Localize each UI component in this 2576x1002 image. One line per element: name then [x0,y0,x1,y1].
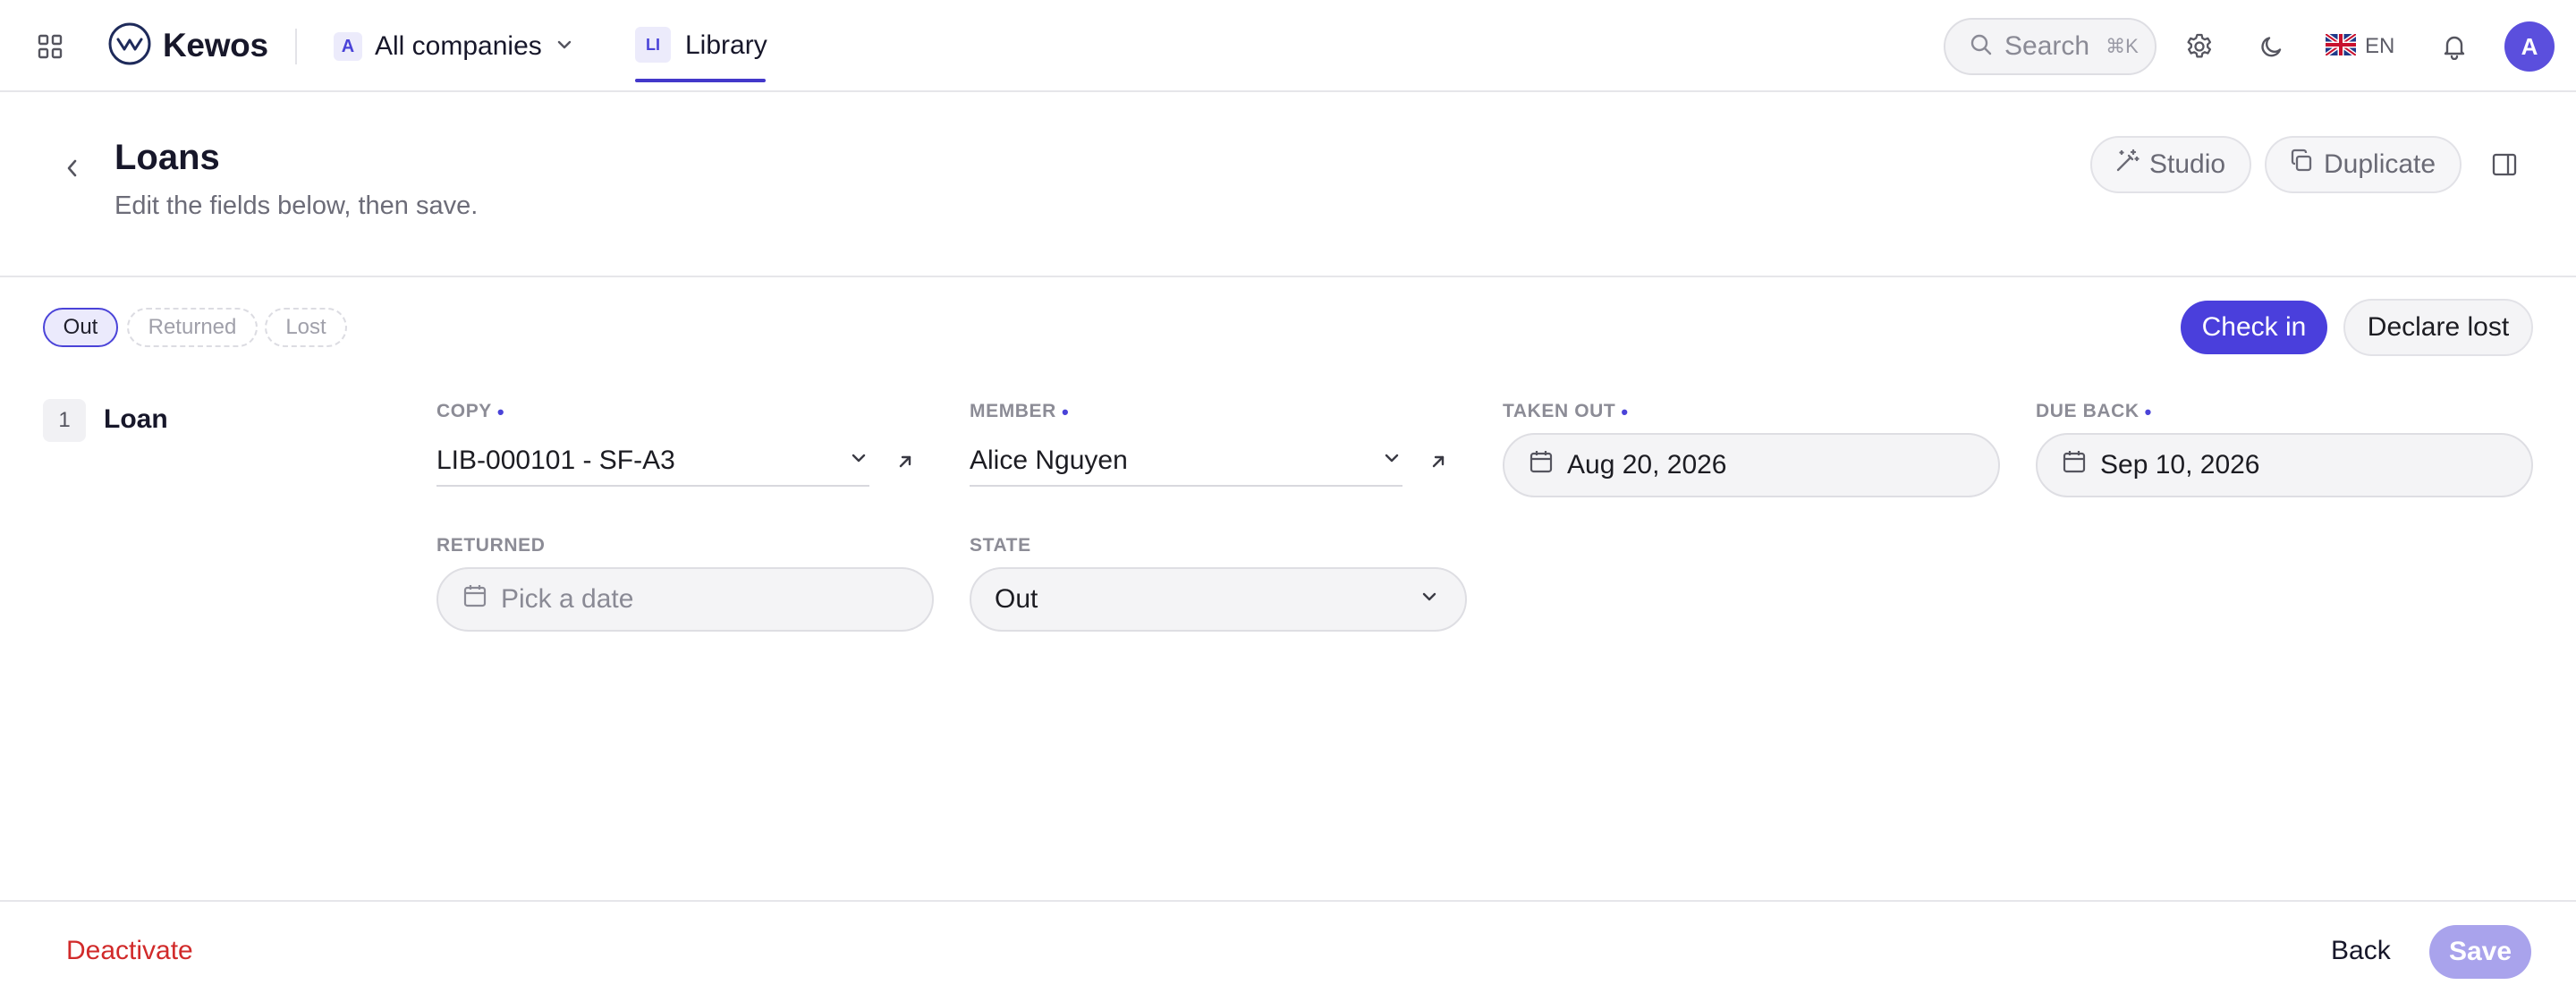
open-link-arrow-icon[interactable] [1420,444,1456,480]
status-out[interactable]: Out [43,308,118,347]
search-placeholder: Search [2004,31,2090,61]
taken-out-label-row: Taken out • [1503,401,1629,424]
tab-library-label: Library [685,30,767,60]
returned-date-field[interactable]: Pick a date [436,567,934,632]
required-marker: • [1621,401,1629,423]
member-field[interactable]: Alice Nguyen [970,437,1402,487]
taken-out-label: Taken out [1503,401,1616,421]
page-subtitle: Edit the fields below, then save. [114,191,479,220]
declare-lost-button[interactable]: Declare lost [2343,299,2533,356]
gear-icon[interactable] [2180,27,2219,66]
copy-label-row: Copy • [436,401,504,424]
chevron-down-icon [555,35,574,59]
duplicate-label: Duplicate [2324,149,2436,179]
section-link-loan[interactable]: Loan [104,404,168,435]
chevron-down-icon [1381,446,1402,476]
due-back-value: Sep 10, 2026 [2100,450,2260,480]
kewos-logo-icon [107,21,152,71]
brand-name: Kewos [163,27,268,64]
calendar-icon [1528,448,1555,482]
copy-field[interactable]: LIB-000101 - SF-A3 [436,437,869,487]
page-title: Loans [114,138,220,177]
due-back-label: Due back [2036,401,2140,421]
apps-grid-icon[interactable] [32,30,68,63]
copy-label: Copy [436,401,492,421]
search-input[interactable]: Search ⌘K [1944,18,2157,75]
side-panel-icon[interactable] [2487,147,2522,183]
bell-icon[interactable] [2435,27,2474,66]
company-switcher[interactable]: A All companies [334,27,574,66]
copy-value: LIB-000101 - SF-A3 [436,446,675,475]
save-button[interactable]: Save [2429,925,2531,979]
returned-placeholder: Pick a date [501,584,634,614]
state-value: Out [995,584,1038,614]
duplicate-button[interactable]: Duplicate [2265,136,2462,193]
studio-button[interactable]: Studio [2090,136,2251,193]
required-marker: • [496,401,505,423]
header-divider [0,276,2576,277]
returned-label-row: Returned [436,535,545,556]
chevron-down-icon [848,446,869,476]
due-back-label-row: Due back • [2036,401,2152,424]
company-label: All companies [375,31,542,61]
language-code: EN [2365,34,2395,58]
footer-bar [0,900,2576,1002]
avatar[interactable]: A [2504,21,2555,72]
chevron-down-icon [1419,584,1440,615]
magic-wand-icon [2114,148,2140,182]
brand[interactable]: Kewos [107,21,268,71]
due-back-date-field[interactable]: Sep 10, 2026 [2036,433,2533,497]
back-button[interactable]: Back [2331,936,2391,966]
member-label-row: Member • [970,401,1069,424]
moon-icon[interactable] [2252,27,2292,66]
calendar-icon [2061,448,2088,482]
language-switcher[interactable]: EN [2324,27,2395,66]
library-chip: LI [635,27,671,63]
active-tab-indicator [635,79,766,82]
check-in-button[interactable]: Check in [2181,301,2327,354]
search-shortcut: ⌘K [2106,35,2139,57]
taken-out-value: Aug 20, 2026 [1567,450,1727,480]
top-bar: Kewos A All companies LI Library Search … [0,0,2576,92]
uk-flag-icon [2324,31,2358,60]
state-label-row: State [970,535,1031,556]
studio-label: Studio [2149,149,2226,179]
company-chip: A [334,32,362,61]
status-returned[interactable]: Returned [127,308,258,347]
state-label: State [970,535,1031,556]
status-lost[interactable]: Lost [265,308,347,347]
required-marker: • [1061,401,1070,423]
open-link-arrow-icon[interactable] [887,444,923,480]
taken-out-date-field[interactable]: Aug 20, 2026 [1503,433,2000,497]
member-label: Member [970,401,1056,421]
required-marker: • [2144,401,2152,423]
returned-label: Returned [436,535,546,556]
member-value: Alice Nguyen [970,446,1128,475]
back-chevron-icon[interactable] [59,152,84,184]
search-icon [1969,32,1994,62]
deactivate-button[interactable]: Deactivate [66,936,193,966]
copy-icon [2288,148,2315,182]
calendar-icon [462,582,488,616]
divider [295,29,297,64]
state-select[interactable]: Out [970,567,1467,632]
section-number: 1 [43,399,86,442]
